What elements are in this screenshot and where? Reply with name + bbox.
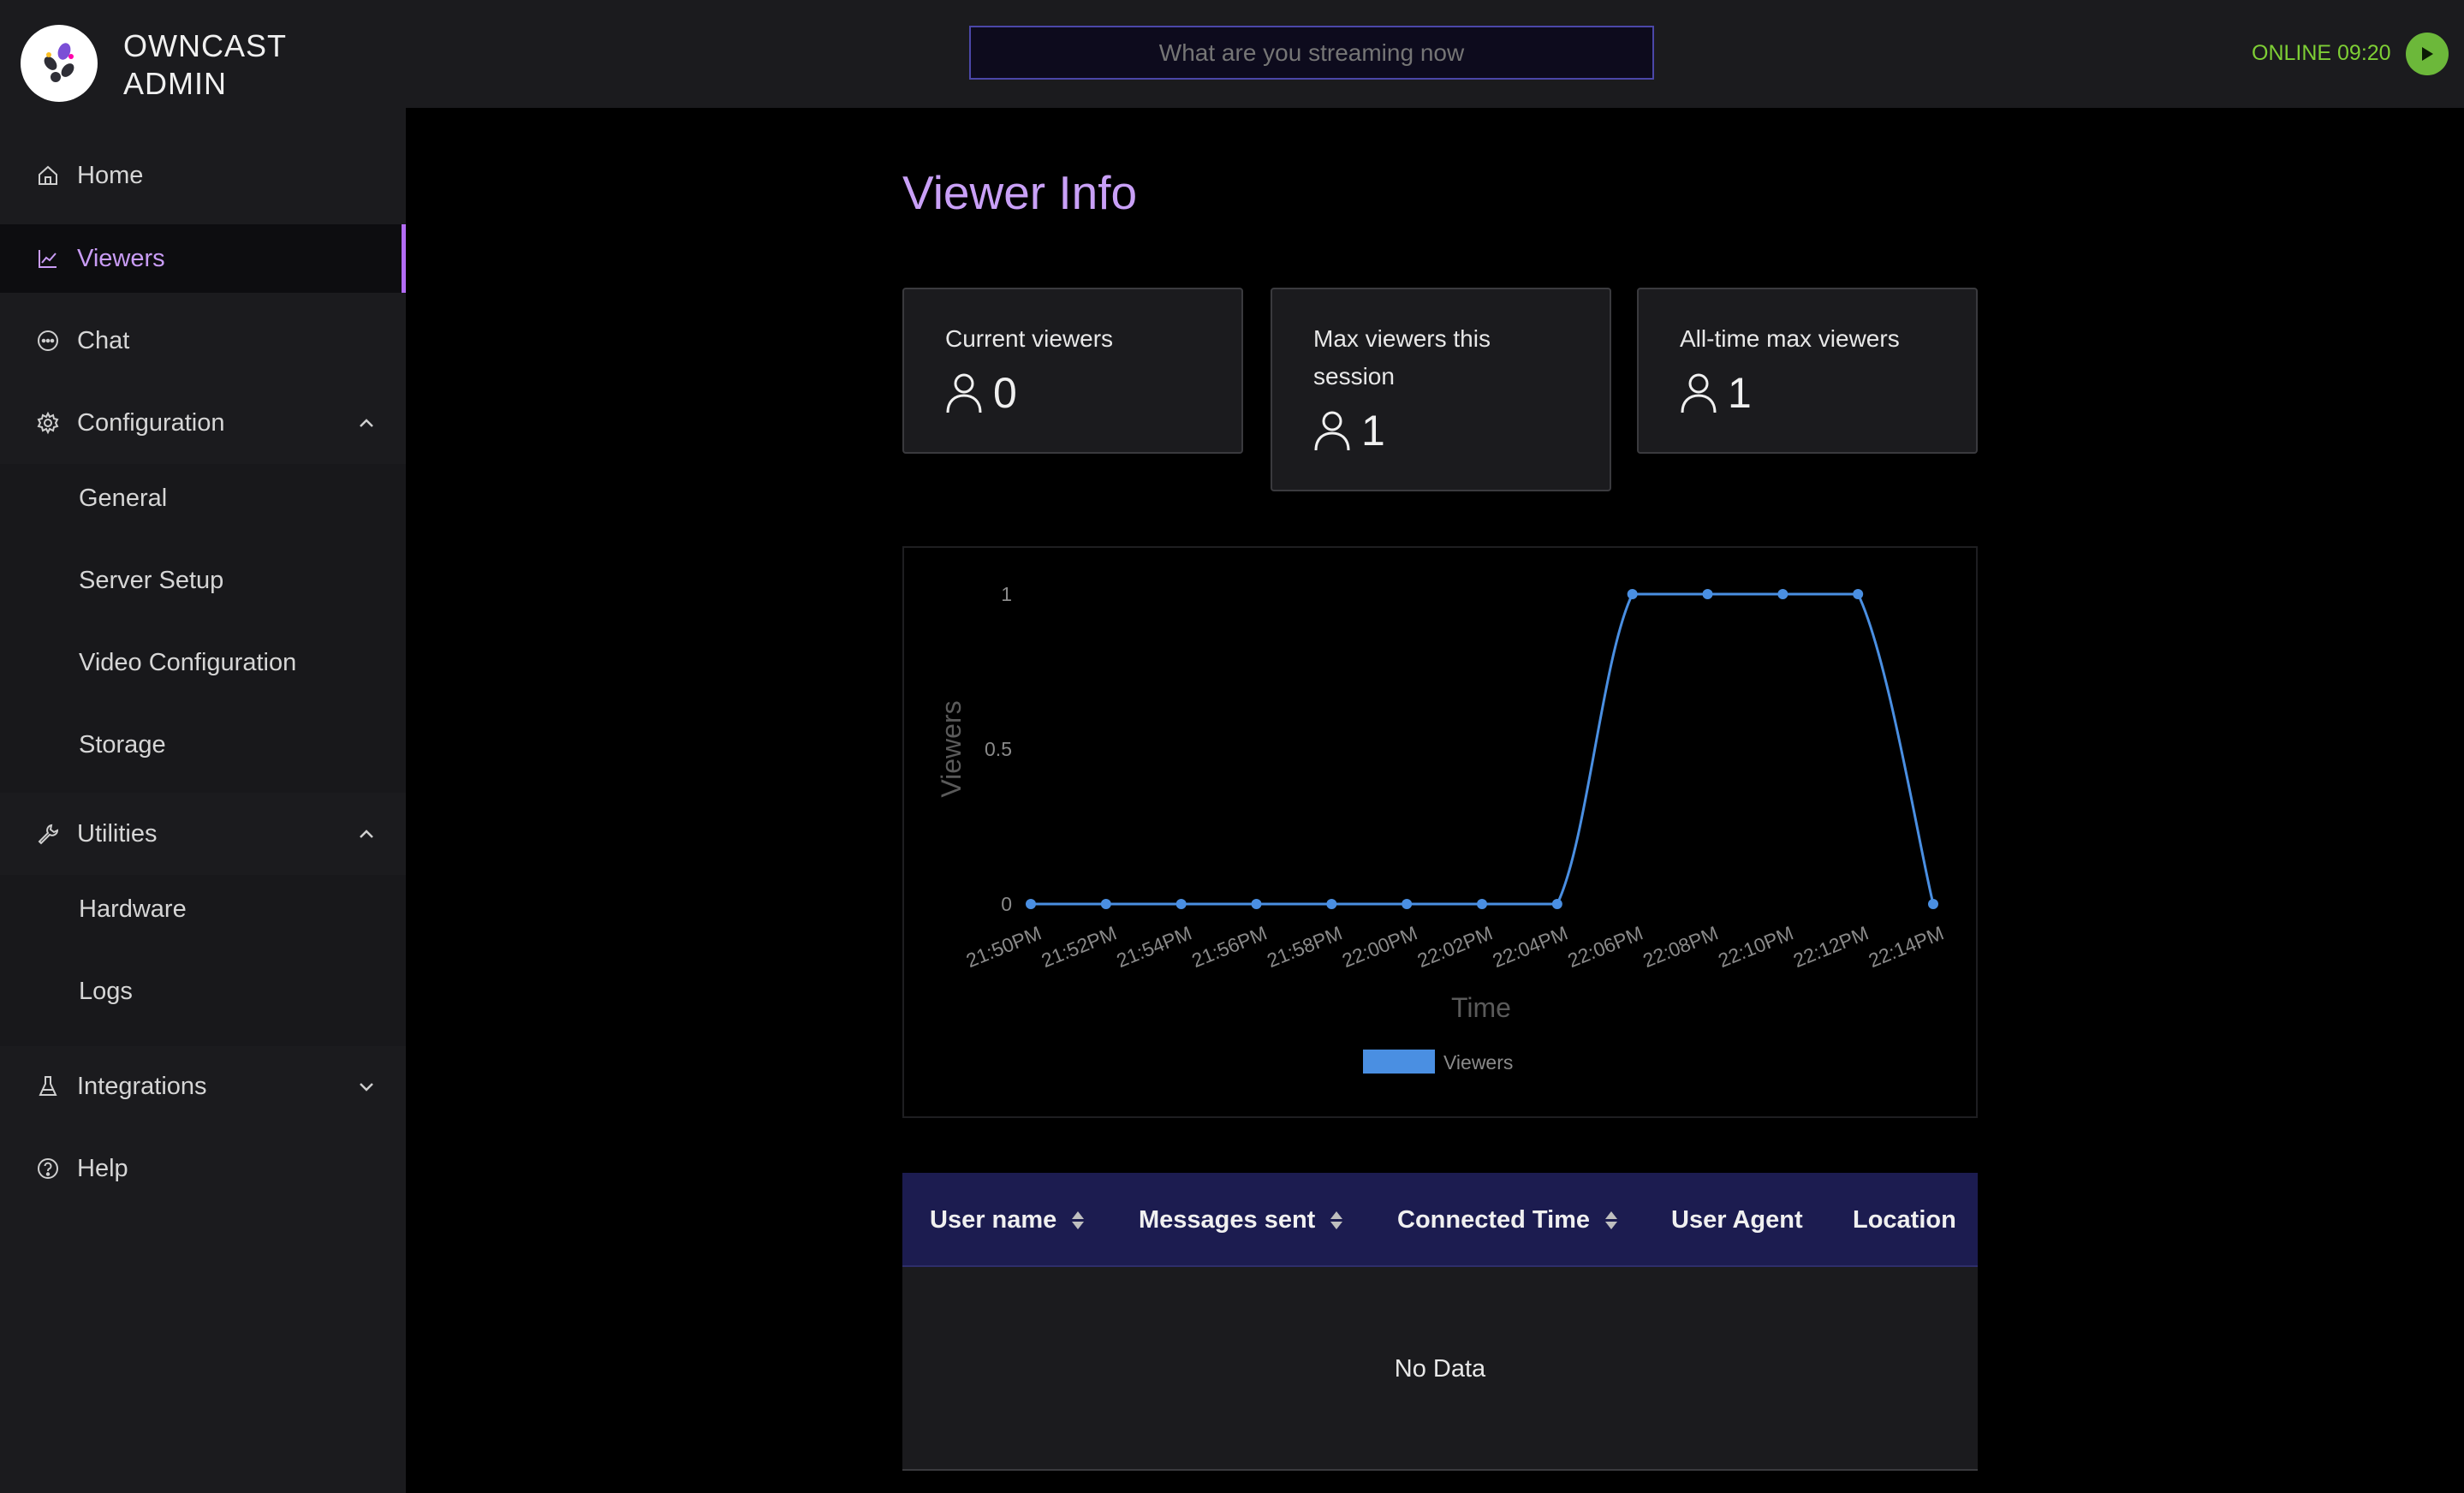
stat-title: Current viewers — [945, 325, 1114, 352]
data-point — [1100, 899, 1111, 909]
sort-icon[interactable] — [1330, 1210, 1343, 1229]
x-tick-label: 21:58PM — [1264, 922, 1345, 973]
column-location: Location — [1853, 1205, 1956, 1234]
play-icon[interactable] — [2406, 33, 2449, 75]
data-point — [1251, 899, 1262, 909]
viewers-table: User name Messages sent Connected Time U… — [902, 1173, 1978, 1471]
top-header: OWNCAST ADMIN ONLINE 09:20 — [0, 0, 2464, 108]
sidebar-item-help[interactable]: Help — [0, 1134, 406, 1203]
x-tick-label: 22:10PM — [1715, 922, 1796, 973]
data-point — [1853, 589, 1864, 599]
online-status: ONLINE 09:20 — [2252, 41, 2391, 65]
sidebar-item-video-configuration[interactable]: Video Configuration — [0, 628, 406, 697]
column-messages-sent[interactable]: Messages sent — [1139, 1173, 1343, 1267]
chevron-up-icon — [356, 824, 377, 844]
sidebar-item-utilities[interactable]: Utilities — [0, 800, 406, 868]
x-tick-label: 22:12PM — [1790, 922, 1872, 973]
sidebar-item-storage[interactable]: Storage — [0, 711, 406, 779]
y-axis-label: Viewers — [936, 700, 967, 797]
viewers-chart-svg: 0 0.5 1 Viewers 21:50PM21:52PM21:54PM21:56PM… — [936, 583, 1947, 1074]
data-point — [1627, 589, 1638, 599]
user-icon — [1314, 411, 1350, 451]
x-tick-label: 21:52PM — [1039, 922, 1120, 973]
sort-icon[interactable] — [1072, 1210, 1085, 1229]
x-tick-label: 22:02PM — [1414, 922, 1496, 973]
wrench-icon — [34, 820, 62, 848]
x-tick-label: 22:08PM — [1640, 922, 1721, 973]
stat-value: 1 — [1313, 406, 1385, 455]
stream-title-input[interactable] — [969, 26, 1654, 80]
column-connected-time[interactable]: Connected Time — [1397, 1173, 1618, 1267]
question-circle-icon — [34, 1155, 62, 1182]
sidebar-item-chat[interactable]: Chat — [0, 306, 406, 375]
gear-icon — [34, 409, 62, 437]
x-tick-label: 22:00PM — [1339, 922, 1420, 973]
brand-title: OWNCAST ADMIN — [123, 28, 287, 101]
x-tick-label: 21:50PM — [963, 922, 1045, 973]
column-user-name[interactable]: User name — [930, 1173, 1085, 1267]
stat-card-all-time-max-viewers: All-time max viewers 1 — [1637, 288, 1978, 454]
stat-value: 0 — [945, 368, 1017, 418]
data-point — [1551, 899, 1562, 909]
stat-title: All-time max viewers — [1680, 325, 1900, 352]
table-header: User name Messages sent Connected Time U… — [902, 1173, 1978, 1267]
sidebar-item-home[interactable]: Home — [0, 141, 406, 210]
data-point — [1702, 589, 1713, 599]
sidebar-item-logs[interactable]: Logs — [0, 957, 406, 1026]
sidebar-item-viewers[interactable]: Viewers — [0, 224, 406, 293]
sort-icon[interactable] — [1605, 1210, 1618, 1229]
table-body: No Data — [902, 1267, 1978, 1471]
column-user-agent: User Agent — [1671, 1205, 1803, 1234]
legend-swatch — [1363, 1050, 1435, 1074]
sidebar-item-configuration[interactable]: Configuration — [0, 389, 406, 457]
user-icon — [1681, 373, 1717, 413]
user-icon — [946, 373, 982, 413]
sidebar-item-integrations[interactable]: Integrations — [0, 1052, 406, 1121]
chevron-down-icon — [356, 1076, 377, 1097]
utilities-submenu: Hardware Logs — [0, 875, 406, 1046]
data-point — [1402, 899, 1413, 909]
chat-bubble-icon — [34, 327, 62, 354]
stat-value: 1 — [1680, 368, 1752, 418]
series-line-viewers — [1030, 592, 1935, 906]
chevron-up-icon — [356, 413, 377, 433]
stat-card-current-viewers: Current viewers 0 — [902, 288, 1243, 454]
x-tick-label: 21:56PM — [1188, 922, 1270, 973]
owncast-logo — [21, 25, 98, 102]
sidebar-item-hardware[interactable]: Hardware — [0, 875, 406, 943]
y-tick-label: 0.5 — [985, 738, 1012, 760]
legend-label: Viewers — [1443, 1051, 1513, 1074]
x-tick-label: 22:04PM — [1490, 922, 1571, 973]
data-point — [1928, 899, 1938, 909]
x-axis-label: Time — [1451, 992, 1511, 1023]
home-icon — [34, 162, 62, 189]
sidebar-item-general[interactable]: General — [0, 464, 406, 532]
x-tick-label: 22:14PM — [1866, 922, 1947, 973]
x-tick-label: 21:54PM — [1113, 922, 1194, 973]
line-chart-icon — [34, 245, 62, 272]
sidebar: Home Viewers Chat Configuration General … — [0, 108, 406, 1493]
data-point — [1326, 899, 1337, 909]
data-point — [1777, 589, 1788, 599]
page-title: Viewer Info — [902, 166, 1138, 219]
data-point — [1175, 899, 1187, 909]
y-tick-label: 0 — [1001, 893, 1012, 915]
data-point — [1026, 899, 1036, 909]
configuration-submenu: General Server Setup Video Configuration… — [0, 464, 406, 793]
flask-icon — [34, 1073, 62, 1100]
stat-title: Max viewers this session — [1313, 325, 1491, 390]
y-tick-label: 1 — [1001, 583, 1012, 605]
x-tick-label: 22:06PM — [1564, 922, 1646, 973]
data-point — [1477, 899, 1487, 909]
sidebar-item-server-setup[interactable]: Server Setup — [0, 546, 406, 615]
viewers-chart: 0 0.5 1 Viewers 21:50PM 21:52PM 21:54PM 21:56PM… — [902, 546, 1978, 1118]
stat-card-max-viewers-session: Max viewers this session 1 — [1271, 288, 1611, 491]
empty-state-text: No Data — [1394, 1354, 1486, 1383]
